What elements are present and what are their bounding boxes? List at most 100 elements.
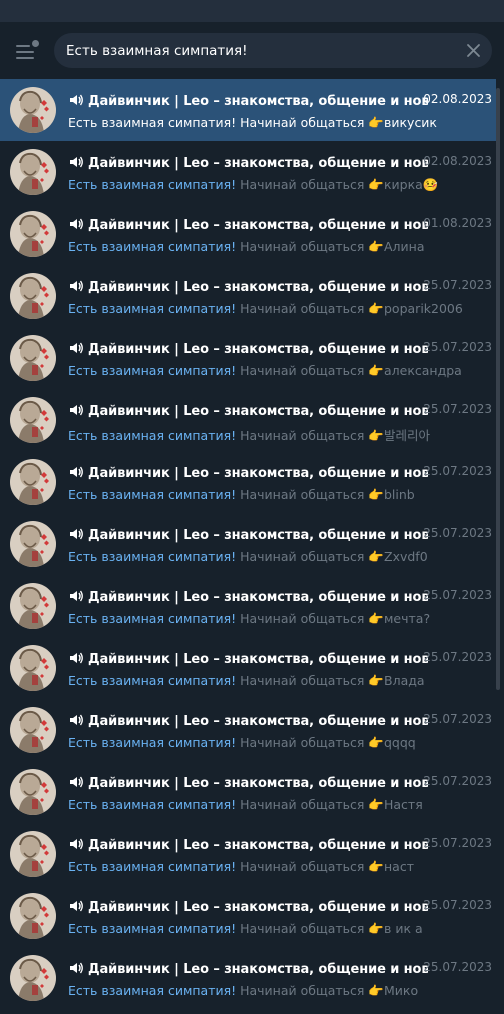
chat-title: Дайвинчик | Leo – знакомства, общение и … [88, 94, 428, 109]
scrollbar[interactable] [496, 88, 500, 690]
pointing-hand-emoji: 👉 [368, 177, 384, 192]
search-field[interactable] [54, 33, 492, 68]
message-text: Начинай общаться [236, 239, 369, 254]
message-preview: Есть взаимная симпатия! Начинай общаться… [68, 797, 488, 815]
chat-avatar [10, 273, 56, 319]
window-top-strip [0, 0, 504, 22]
speaker-icon [68, 836, 84, 853]
message-date: 25.07.2023 [423, 650, 492, 664]
chat-avatar [10, 211, 56, 257]
chat-title: Дайвинчик | Leo – знакомства, общение и … [88, 528, 428, 543]
message-date: 02.08.2023 [423, 92, 492, 106]
chat-title-line: Дайвинчик | Leo – знакомства, общение и … [68, 897, 428, 915]
message-text: Начинай общаться [236, 115, 369, 130]
search-input[interactable] [66, 33, 456, 68]
message-preview: Есть взаимная симпатия! Начинай общаться… [68, 425, 488, 443]
search-result-row[interactable]: Дайвинчик | Leo – знакомства, общение и … [0, 947, 496, 1009]
close-icon [467, 44, 480, 57]
chat-avatar [10, 521, 56, 567]
match-name: александра [384, 363, 462, 378]
message-text: Начинай общаться [236, 673, 369, 688]
search-header [0, 22, 504, 79]
chat-title-line: Дайвинчик | Leo – знакомства, общение и … [68, 773, 428, 791]
message-text: Начинай общаться [236, 921, 369, 936]
message-date: 25.07.2023 [423, 402, 492, 416]
search-match-highlight: Есть взаимная симпатия! [68, 487, 237, 502]
pointing-hand-emoji: 👉 [368, 301, 384, 316]
search-match-highlight: Есть взаимная симпатия! [68, 428, 237, 443]
match-name: Настя [384, 797, 423, 812]
pointing-hand-emoji: 👉 [368, 115, 384, 130]
chat-title-line: Дайвинчик | Leo – знакомства, общение и … [68, 587, 428, 605]
search-result-row[interactable]: Дайвинчик | Leo – знакомства, общение и … [0, 699, 496, 761]
pointing-hand-emoji: 👉 [368, 363, 384, 378]
search-result-row[interactable]: Дайвинчик | Leo – знакомства, общение и … [0, 265, 496, 327]
pointing-hand-emoji: 👉 [368, 611, 384, 626]
speaker-icon [68, 464, 84, 481]
message-date: 25.07.2023 [423, 340, 492, 354]
speaker-icon [68, 278, 84, 295]
message-text: Начинай общаться [236, 859, 369, 874]
chat-title: Дайвинчик | Leo – знакомства, общение и … [88, 156, 428, 171]
match-name: qqqq [384, 735, 416, 750]
chat-title: Дайвинчик | Leo – знакомства, общение и … [88, 900, 428, 915]
speaker-icon [68, 650, 84, 667]
menu-button[interactable] [14, 40, 40, 62]
chat-title-line: Дайвинчик | Leo – знакомства, общение и … [68, 215, 428, 233]
speaker-icon [68, 774, 84, 791]
match-name: кирка🤒 [384, 177, 439, 192]
match-name: Влада [384, 673, 425, 688]
search-result-row[interactable]: Дайвинчик | Leo – знакомства, общение и … [0, 203, 496, 265]
speaker-icon [68, 898, 84, 915]
message-date: 25.07.2023 [423, 836, 492, 850]
search-result-row[interactable]: Дайвинчик | Leo – знакомства, общение и … [0, 575, 496, 637]
message-preview: Есть взаимная симпатия! Начинай общаться… [68, 921, 488, 939]
search-result-row[interactable]: Дайвинчик | Leo – знакомства, общение и … [0, 823, 496, 885]
speaker-icon [68, 588, 84, 605]
message-date: 25.07.2023 [423, 774, 492, 788]
search-result-row[interactable]: Дайвинчик | Leo – знакомства, общение и … [0, 327, 496, 389]
chat-title: Дайвинчик | Leo – знакомства, общение и … [88, 962, 428, 977]
message-date: 25.07.2023 [423, 960, 492, 974]
chat-title: Дайвинчик | Leo – знакомства, общение и … [88, 218, 428, 233]
pointing-hand-emoji: 👉 [368, 673, 384, 688]
clear-search-button[interactable] [465, 42, 482, 59]
message-text: Начинай общаться [236, 428, 369, 443]
chat-title-line: Дайвинчик | Leo – знакомства, общение и … [68, 959, 428, 977]
search-result-row[interactable]: Дайвинчик | Leo – знакомства, общение и … [0, 885, 496, 947]
search-match-highlight: Есть взаимная симпатия! [68, 921, 237, 936]
message-preview: Есть взаимная симпатия! Начинай общаться… [68, 239, 488, 257]
message-text: Начинай общаться [236, 611, 369, 626]
search-match-highlight: Есть взаимная симпатия! [68, 983, 237, 998]
chat-avatar [10, 707, 56, 753]
search-result-row[interactable]: Дайвинчик | Leo – знакомства, общение и … [0, 389, 496, 451]
search-result-row[interactable]: Дайвинчик | Leo – знакомства, общение и … [0, 513, 496, 575]
chat-title: Дайвинчик | Leo – знакомства, общение и … [88, 776, 428, 791]
message-text: Начинай общаться [236, 363, 369, 378]
search-result-row[interactable]: Дайвинчик | Leo – знакомства, общение и … [0, 141, 496, 203]
search-result-row[interactable]: Дайвинчик | Leo – знакомства, общение и … [0, 637, 496, 699]
speaker-icon [68, 92, 84, 109]
search-results-list[interactable]: Дайвинчик | Leo – знакомства, общение и … [0, 79, 504, 1014]
chat-title: Дайвинчик | Leo – знакомства, общение и … [88, 714, 428, 729]
message-preview: Есть взаимная симпатия! Начинай общаться… [68, 983, 488, 1001]
chat-avatar [10, 831, 56, 877]
search-match-highlight: Есть взаимная симпатия! [68, 115, 237, 130]
search-result-row[interactable]: Дайвинчик | Leo – знакомства, общение и … [0, 761, 496, 823]
match-name: наст [384, 859, 414, 874]
chat-title-line: Дайвинчик | Leo – знакомства, общение и … [68, 91, 428, 109]
speaker-icon [68, 340, 84, 357]
chat-title-line: Дайвинчик | Leo – знакомства, общение и … [68, 835, 428, 853]
search-result-row[interactable]: Дайвинчик | Leo – знакомства, общение и … [0, 79, 496, 141]
chat-avatar [10, 149, 56, 195]
speaker-icon [68, 402, 84, 419]
speaker-icon [68, 712, 84, 729]
chat-avatar [10, 397, 56, 443]
speaker-icon [68, 526, 84, 543]
search-result-row[interactable]: Дайвинчик | Leo – знакомства, общение и … [0, 451, 496, 513]
chat-avatar [10, 645, 56, 691]
pointing-hand-emoji: 👉 [368, 797, 384, 812]
search-match-highlight: Есть взаимная симпатия! [68, 239, 237, 254]
search-match-highlight: Есть взаимная симпатия! [68, 735, 237, 750]
chat-title: Дайвинчик | Leo – знакомства, общение и … [88, 342, 428, 357]
